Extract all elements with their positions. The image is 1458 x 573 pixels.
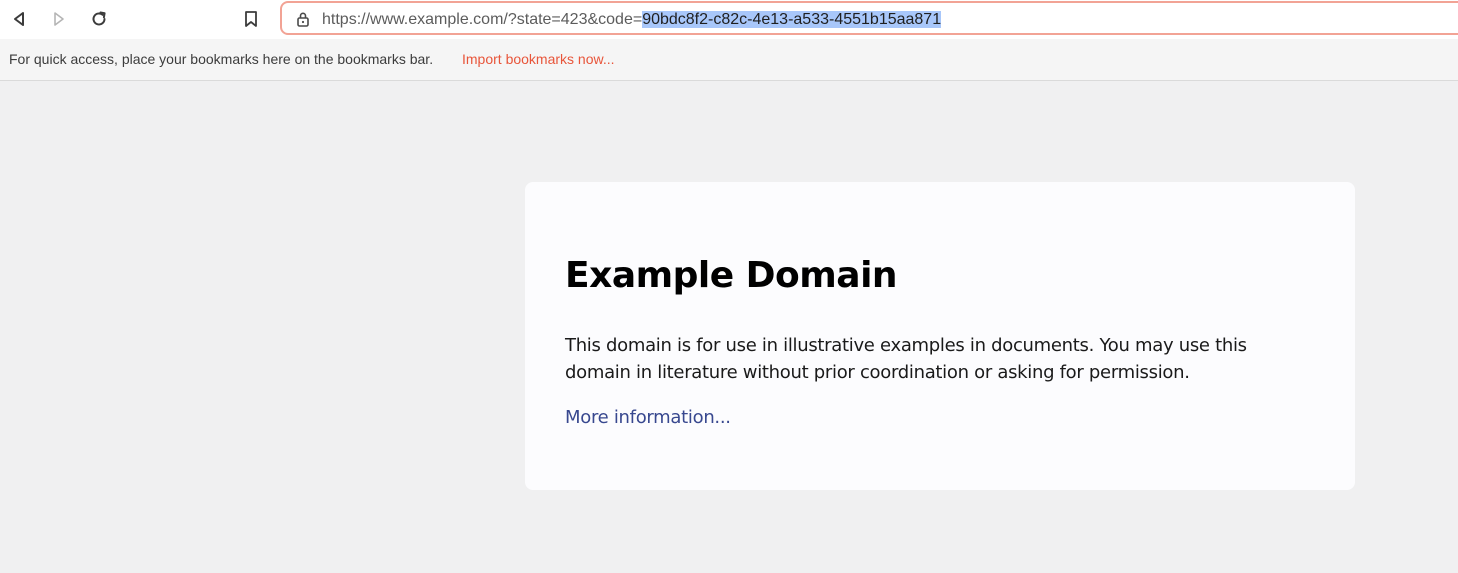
- more-information-link[interactable]: More information...: [565, 404, 731, 431]
- reload-button[interactable]: [86, 6, 112, 32]
- page-description: This domain is for use in illustrative e…: [565, 335, 1247, 383]
- lock-icon[interactable]: [296, 11, 310, 27]
- address-bar[interactable]: https://www.example.com/?state=423&code=…: [280, 1, 1458, 35]
- page-content: Example Domain This domain is for use in…: [0, 81, 1458, 573]
- url-selected-text: 90bdc8f2-c82c-4e13-a533-4551b15aa871: [642, 11, 942, 28]
- forward-button[interactable]: [46, 6, 72, 32]
- url-prefix: https://www.example.com/?state=423&code=: [322, 11, 643, 28]
- url-text[interactable]: https://www.example.com/?state=423&code=…: [322, 10, 942, 30]
- bookmark-button[interactable]: [238, 6, 264, 32]
- browser-toolbar: https://www.example.com/?state=423&code=…: [0, 0, 1458, 39]
- content-card: Example Domain This domain is for use in…: [525, 182, 1355, 490]
- reload-icon: [92, 11, 106, 26]
- bookmarks-bar: For quick access, place your bookmarks h…: [0, 39, 1458, 81]
- import-bookmarks-link[interactable]: Import bookmarks now...: [462, 51, 615, 67]
- back-arrow-icon: [14, 12, 24, 26]
- back-button[interactable]: [6, 6, 32, 32]
- bookmarks-hint: For quick access, place your bookmarks h…: [9, 51, 434, 67]
- bookmark-icon: [245, 11, 257, 27]
- page-title: Example Domain: [565, 255, 898, 296]
- forward-arrow-icon: [54, 12, 64, 26]
